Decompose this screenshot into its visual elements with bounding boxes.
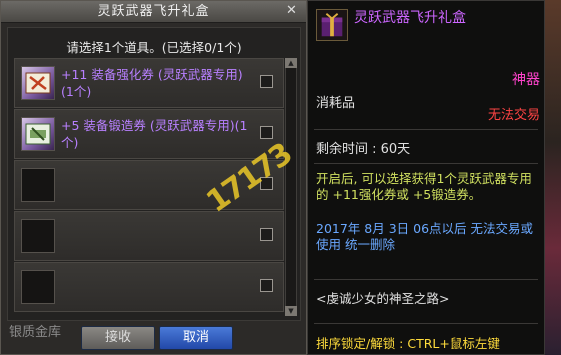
divider [314, 323, 538, 324]
selection-panel: 请选择1个道具。(已选择0/1个) +11 装备强化券 (灵跃武器专用)(1个)… [7, 27, 301, 321]
game-background [545, 0, 561, 355]
receive-button[interactable]: 接收 [81, 326, 155, 350]
empty-slot [14, 211, 284, 261]
divider [314, 129, 538, 130]
item-tooltip: 灵跃武器飞升礼盒 神器 消耗品 无法交易 剩余时间 : 60天 开启后, 可以选… [307, 0, 545, 355]
select-checkbox[interactable] [260, 279, 273, 292]
flavor-quote: <虔诚少女的神圣之路> [316, 291, 450, 306]
tooltip-item-name: 灵跃武器飞升礼盒 [354, 10, 466, 26]
item-slot-list: +11 装备强化券 (灵跃武器专用)(1个) +5 装备锻造券 (灵跃武器专用)… [14, 58, 284, 313]
selection-prompt: 请选择1个道具。(已选择0/1个) [66, 40, 242, 55]
select-checkbox[interactable] [260, 177, 273, 190]
enhance-ticket-icon [21, 66, 55, 100]
item-slot-forge[interactable]: +5 装备锻造券 (灵跃武器专用)(1个) [14, 109, 284, 159]
item-type: 消耗品 [316, 96, 356, 111]
item-label: +5 装备锻造券 (灵跃武器专用)(1个) [61, 118, 248, 150]
silver-vault-label: 银质金库 [9, 325, 62, 340]
select-checkbox[interactable] [260, 126, 273, 139]
forge-ticket-icon [21, 117, 55, 151]
select-checkbox[interactable] [260, 228, 273, 241]
dialog-title-bar[interactable]: 灵跃武器飞升礼盒 ✕ [1, 1, 306, 23]
empty-slot-icon [21, 219, 55, 253]
item-label: +11 装备强化券 (灵跃武器专用)(1个) [61, 67, 243, 99]
divider [314, 279, 538, 280]
select-checkbox[interactable] [260, 75, 273, 88]
scroll-up-icon[interactable]: ▲ [285, 58, 297, 68]
item-description: 开启后, 可以选择获得1个灵跃武器专用的 +11强化券或 +5锻造券。 [316, 171, 532, 202]
trade-restriction: 无法交易 [487, 108, 540, 123]
item-slot-enhance[interactable]: +11 装备强化券 (灵跃武器专用)(1个) [14, 58, 284, 108]
empty-slot [14, 262, 284, 312]
scroll-down-icon[interactable]: ▼ [285, 306, 297, 316]
slot-scrollbar[interactable]: ▲ ▼ [285, 58, 297, 316]
remaining-time: 剩余时间 : 60天 [316, 142, 411, 157]
expiry-notice: 2017年 8月 3日 06点以后 无法交易或使用 统一删除 [316, 221, 534, 252]
cancel-button[interactable]: 取消 [159, 326, 233, 350]
empty-slot [14, 160, 284, 210]
gift-box-icon [316, 9, 348, 41]
close-icon[interactable]: ✕ [284, 3, 300, 19]
empty-slot-icon [21, 270, 55, 304]
gift-box-dialog: 灵跃武器飞升礼盒 ✕ 请选择1个道具。(已选择0/1个) +11 装备强化券 (… [0, 0, 307, 355]
divider [314, 163, 538, 164]
dialog-title: 灵跃武器飞升礼盒 [97, 4, 210, 19]
empty-slot-icon [21, 168, 55, 202]
item-grade: 神器 [512, 72, 540, 88]
sort-lock-hint: 排序锁定/解锁 : CTRL+鼠标左键 [316, 336, 500, 351]
